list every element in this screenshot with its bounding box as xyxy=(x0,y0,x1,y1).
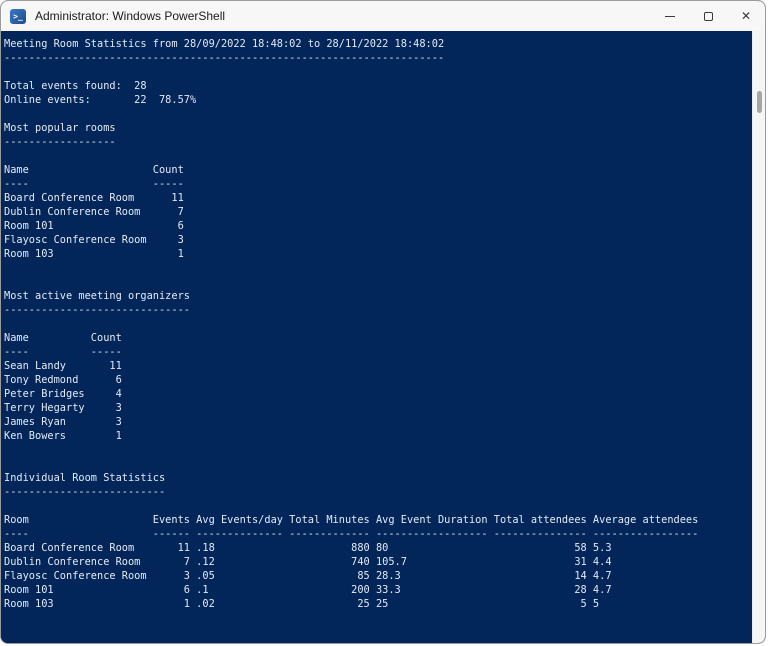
console-line: Most popular rooms xyxy=(4,122,116,134)
console-line: Sean Landy 11 xyxy=(4,360,122,372)
console-line: Tony Redmond 6 xyxy=(4,374,122,386)
console-line: Flayosc Conference Room 3 xyxy=(4,234,184,246)
console-line: Board Conference Room 11 .18 880 80 58 5… xyxy=(4,542,612,554)
titlebar[interactable]: >_ Administrator: Windows PowerShell ✕ xyxy=(1,1,765,31)
console-line: Dublin Conference Room 7 xyxy=(4,206,184,218)
minimize-button[interactable] xyxy=(651,1,689,31)
console-line: ------------------ xyxy=(4,136,116,148)
powershell-window: >_ Administrator: Windows PowerShell ✕ M… xyxy=(0,0,766,644)
console-line: ---- ------ -------------- -------------… xyxy=(4,528,699,540)
console-line: Name Count xyxy=(4,164,184,176)
console-line: Flayosc Conference Room 3 .05 85 28.3 14… xyxy=(4,570,612,582)
console-line: James Ryan 3 xyxy=(4,416,122,428)
console-line: ---- ----- xyxy=(4,346,122,358)
window-title: Administrator: Windows PowerShell xyxy=(35,9,226,23)
console-line: Most active meeting organizers xyxy=(4,290,190,302)
console-line: Total events found: 28 xyxy=(4,80,147,92)
console-line: Room 103 1 xyxy=(4,248,184,260)
powershell-icon: >_ xyxy=(10,8,26,24)
scrollbar[interactable] xyxy=(752,31,765,643)
console-line: Online events: 22 78.57% xyxy=(4,94,197,106)
powershell-icon-glyph: >_ xyxy=(13,11,23,21)
console-line: Room Events Avg Events/day Total Minutes… xyxy=(4,514,699,526)
console-output: Meeting Room Statistics from 28/09/2022 … xyxy=(1,31,752,643)
console[interactable]: Meeting Room Statistics from 28/09/2022 … xyxy=(1,31,765,643)
console-line: Dublin Conference Room 7 .12 740 105.7 3… xyxy=(4,556,612,568)
console-line: ----------------------------------------… xyxy=(4,52,445,64)
console-line: Room 101 6 .1 200 33.3 28 4.7 xyxy=(4,584,612,596)
console-line: Peter Bridges 4 xyxy=(4,388,122,400)
console-line: Room 101 6 xyxy=(4,220,184,232)
console-line: -------------------------- xyxy=(4,486,166,498)
close-icon: ✕ xyxy=(740,9,752,23)
console-line: Meeting Room Statistics from 28/09/2022 … xyxy=(4,38,445,50)
close-button[interactable]: ✕ xyxy=(727,1,765,31)
maximize-icon xyxy=(703,11,713,21)
maximize-button[interactable] xyxy=(689,1,727,31)
window-controls: ✕ xyxy=(651,1,765,31)
console-line: ---- ----- xyxy=(4,178,184,190)
console-line: Terry Hegarty 3 xyxy=(4,402,122,414)
console-line: ------------------------------ xyxy=(4,304,190,316)
console-line: Board Conference Room 11 xyxy=(4,192,184,204)
scrollbar-thumb[interactable] xyxy=(757,91,762,113)
console-line: Ken Bowers 1 xyxy=(4,430,122,442)
console-line: Individual Room Statistics xyxy=(4,472,166,484)
console-line: Name Count xyxy=(4,332,122,344)
console-line: Room 103 1 .02 25 25 5 5 xyxy=(4,598,600,610)
minimize-icon xyxy=(665,15,675,17)
